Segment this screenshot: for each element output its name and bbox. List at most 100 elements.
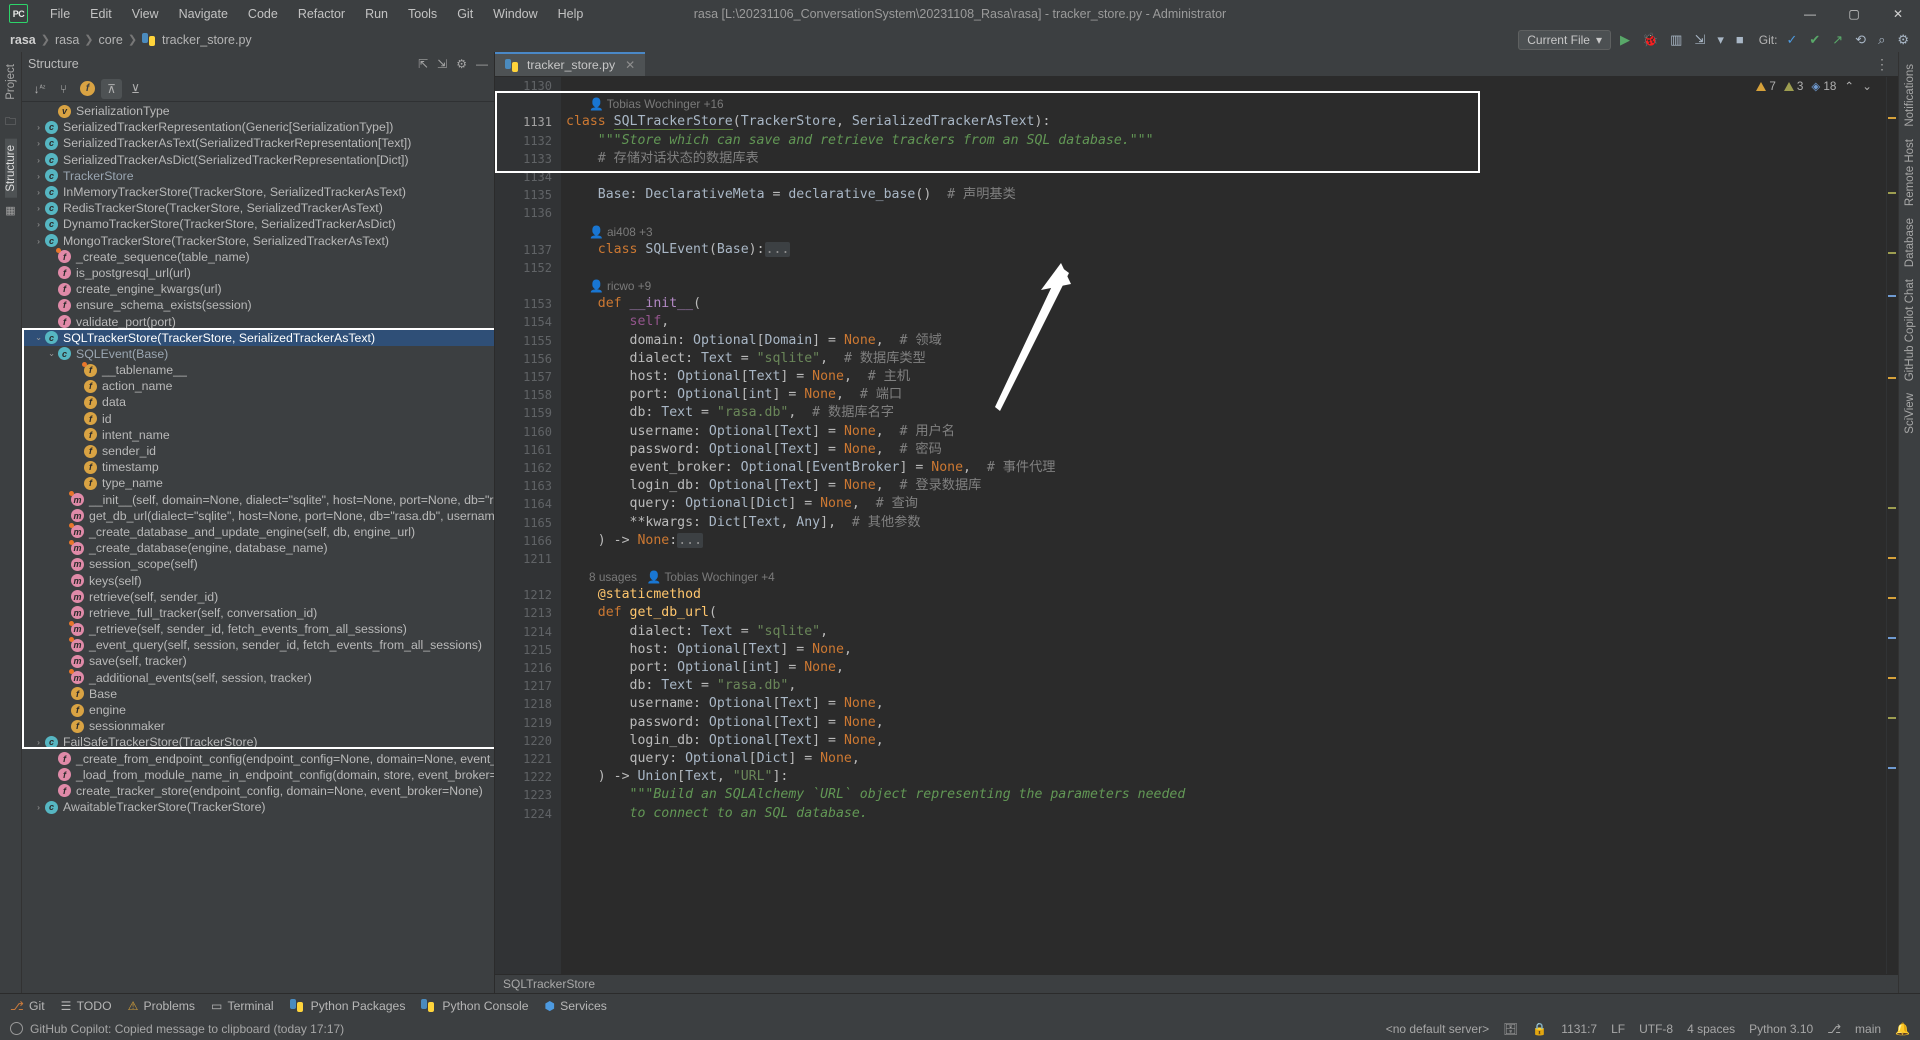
structure-node[interactable]: f timestamp — [22, 459, 494, 475]
expand-arrow-icon[interactable]: › — [32, 138, 45, 148]
maximize-button[interactable]: ▢ — [1832, 0, 1876, 27]
code-line[interactable]: port: Optional[int] = None, — [561, 659, 1886, 677]
expand-arrow-icon[interactable]: › — [32, 155, 45, 165]
rail-database[interactable]: Database — [1904, 212, 1916, 273]
code-line[interactable] — [561, 204, 1886, 222]
expand-arrow-icon[interactable]: › — [32, 737, 45, 747]
rail-remote-host[interactable]: Remote Host — [1904, 133, 1916, 212]
code-line[interactable] — [561, 77, 1886, 95]
next-problem-icon[interactable]: ⌄ — [1862, 79, 1872, 93]
expand-arrow-icon[interactable]: ⌄ — [45, 348, 58, 359]
profile-button[interactable]: ⇲ — [1691, 31, 1708, 49]
code-line[interactable]: class SQLTrackerStore(TrackerStore, Seri… — [561, 113, 1886, 131]
git-branch[interactable]: main — [1855, 1022, 1881, 1036]
structure-node[interactable]: › c RedisTrackerStore(TrackerStore, Serial… — [22, 200, 494, 216]
structure-node[interactable]: › c DynamoTrackerStore(TrackerStore, Seria… — [22, 216, 494, 232]
rail-project[interactable]: Project — [5, 58, 17, 106]
code-line[interactable]: db: Text = "rasa.db", — [561, 677, 1886, 695]
menu-window[interactable]: Window — [483, 4, 547, 24]
structure-node[interactable]: f sessionmaker — [22, 718, 494, 734]
menu-git[interactable]: Git — [447, 4, 483, 24]
code-line[interactable]: Base: DeclarativeMeta = declarative_base… — [561, 186, 1886, 204]
code-line[interactable]: query: Optional[Dict] = None, # 查询 — [561, 495, 1886, 513]
close-button[interactable]: ✕ — [1876, 0, 1920, 27]
structure-node[interactable]: › c SerializedTrackerAsText(SerializedTrac… — [22, 135, 494, 151]
structure-node[interactable]: f _create_from_endpoint_config(endpoint_c… — [22, 751, 494, 767]
collapse-all-icon[interactable]: ⇲ — [437, 57, 447, 71]
indent-setting[interactable]: 4 spaces — [1687, 1022, 1735, 1036]
coverage-button[interactable]: ▥ — [1667, 31, 1685, 49]
structure-node[interactable]: f intent_name — [22, 427, 494, 443]
structure-node[interactable]: › c SerializedTrackerRepresentation(Generi… — [22, 119, 494, 135]
show-non-public-icon[interactable]: ⊻ — [125, 79, 146, 99]
code-line[interactable]: class SQLEvent(Base):... — [561, 241, 1886, 259]
structure-node[interactable]: › c TrackerStore — [22, 168, 494, 184]
code-line[interactable]: password: Optional[Text] = None, — [561, 714, 1886, 732]
structure-node[interactable]: f _load_from_module_name_in_endpoint_conf… — [22, 767, 494, 783]
toolwindow-todo[interactable]: ☰ TODO — [61, 999, 112, 1013]
code-line[interactable]: to connect to an SQL database. — [561, 805, 1886, 823]
line-separator[interactable]: LF — [1611, 1022, 1625, 1036]
settings-icon[interactable]: ⚙ — [456, 57, 467, 71]
structure-node[interactable]: v SerializationType — [22, 103, 494, 119]
structure-node[interactable]: f ensure_schema_exists(session) — [22, 297, 494, 313]
history-icon[interactable]: ⟲ — [1852, 31, 1869, 49]
structure-node[interactable]: › c MongoTrackerStore(TrackerStore, Serial… — [22, 233, 494, 249]
breadcrumb-package[interactable]: core — [97, 33, 125, 47]
git-commit-icon[interactable]: ✔ — [1806, 31, 1823, 49]
menu-code[interactable]: Code — [238, 4, 288, 24]
code-line[interactable]: """Build an SQLAlchemy `URL` object repr… — [561, 786, 1886, 804]
database-icon[interactable]: 🗄 — [1503, 1022, 1518, 1036]
breadcrumb-file[interactable]: tracker_store.py — [140, 33, 254, 47]
structure-node[interactable]: f validate_port(port) — [22, 313, 494, 329]
folder-icon[interactable]: 🗀 — [5, 113, 16, 132]
code-line[interactable]: event_broker: Optional[EventBroker] = No… — [561, 459, 1886, 477]
code-text-area[interactable]: 👤 Tobias Wochinger +16 class SQLTrackerSt… — [561, 77, 1886, 974]
structure-node[interactable]: › c FailSafeTrackerStore(TrackerStore) — [22, 734, 494, 750]
inspection-widget[interactable]: 7 3 ◈ 18 ⌃ ⌄ — [1756, 79, 1872, 93]
structure-node[interactable]: m save(self, tracker) — [22, 653, 494, 669]
code-line[interactable]: """Store which can save and retrieve tra… — [561, 132, 1886, 150]
structure-node[interactable]: m keys(self) — [22, 572, 494, 588]
expand-arrow-icon[interactable]: › — [32, 203, 45, 213]
structure-node[interactable]: m retrieve_full_tracker(self, conversatio… — [22, 605, 494, 621]
code-line[interactable]: username: Optional[Text] = None, — [561, 695, 1886, 713]
notifications-bell-icon[interactable]: 🔔 — [1895, 1022, 1910, 1036]
structure-node[interactable]: f sender_id — [22, 443, 494, 459]
caret-position[interactable]: 1131:7 — [1561, 1022, 1597, 1036]
run-button[interactable]: ▶ — [1617, 31, 1633, 49]
expand-arrow-icon[interactable]: › — [32, 219, 45, 229]
code-line[interactable]: login_db: Optional[Text] = None, — [561, 732, 1886, 750]
structure-node[interactable]: m _retrieve(self, sender_id, fetch_events… — [22, 620, 494, 637]
structure-tree[interactable]: v SerializationType › c SerializedTrackerRep… — [22, 102, 494, 993]
debug-button[interactable]: 🐞 — [1639, 31, 1661, 49]
expand-arrow-icon[interactable]: › — [32, 187, 45, 197]
modules-icon[interactable]: ▦ — [5, 204, 15, 217]
code-line[interactable]: domain: Optional[Domain] = None, # 领域 — [561, 332, 1886, 350]
git-update-icon[interactable]: ✓ — [1783, 31, 1800, 49]
hide-icon[interactable]: — — [476, 57, 488, 71]
menu-help[interactable]: Help — [548, 4, 594, 24]
tab-tracker-store[interactable]: tracker_store.py ✕ — [495, 52, 646, 76]
code-line[interactable]: self, — [561, 313, 1886, 331]
code-line[interactable]: username: Optional[Text] = None, # 用户名 — [561, 423, 1886, 441]
toolwindow-problems[interactable]: ⚠ Problems — [128, 999, 195, 1013]
structure-node[interactable]: f create_tracker_store(endpoint_config, d… — [22, 783, 494, 799]
show-fields-icon[interactable]: f — [77, 79, 98, 99]
toolwindow-services[interactable]: ⬢ Services — [544, 999, 606, 1013]
code-line[interactable]: def get_db_url( — [561, 604, 1886, 622]
structure-node[interactable]: f action_name — [22, 378, 494, 394]
menu-navigate[interactable]: Navigate — [169, 4, 238, 24]
code-line[interactable]: host: Optional[Text] = None, — [561, 641, 1886, 659]
expand-all-icon[interactable]: ⇱ — [418, 57, 428, 71]
rail-structure[interactable]: Structure — [4, 138, 17, 198]
expand-arrow-icon[interactable]: › — [32, 802, 45, 812]
structure-node[interactable]: f __tablename__ — [22, 361, 494, 378]
structure-node[interactable]: ⌄ c SQLEvent(Base) — [22, 346, 494, 362]
structure-node[interactable]: m _event_query(self, session, sender_id, … — [22, 636, 494, 653]
structure-node[interactable]: f is_postgresql_url(url) — [22, 265, 494, 281]
structure-node[interactable]: m _create_database_and_update_engine(self… — [22, 523, 494, 540]
structure-node[interactable]: m _additional_events(self, session, track… — [22, 669, 494, 686]
interpreter-selector[interactable]: <no default server> — [1386, 1022, 1489, 1036]
structure-node[interactable]: m get_db_url(dialect="sqlite", host=None,… — [22, 508, 494, 524]
